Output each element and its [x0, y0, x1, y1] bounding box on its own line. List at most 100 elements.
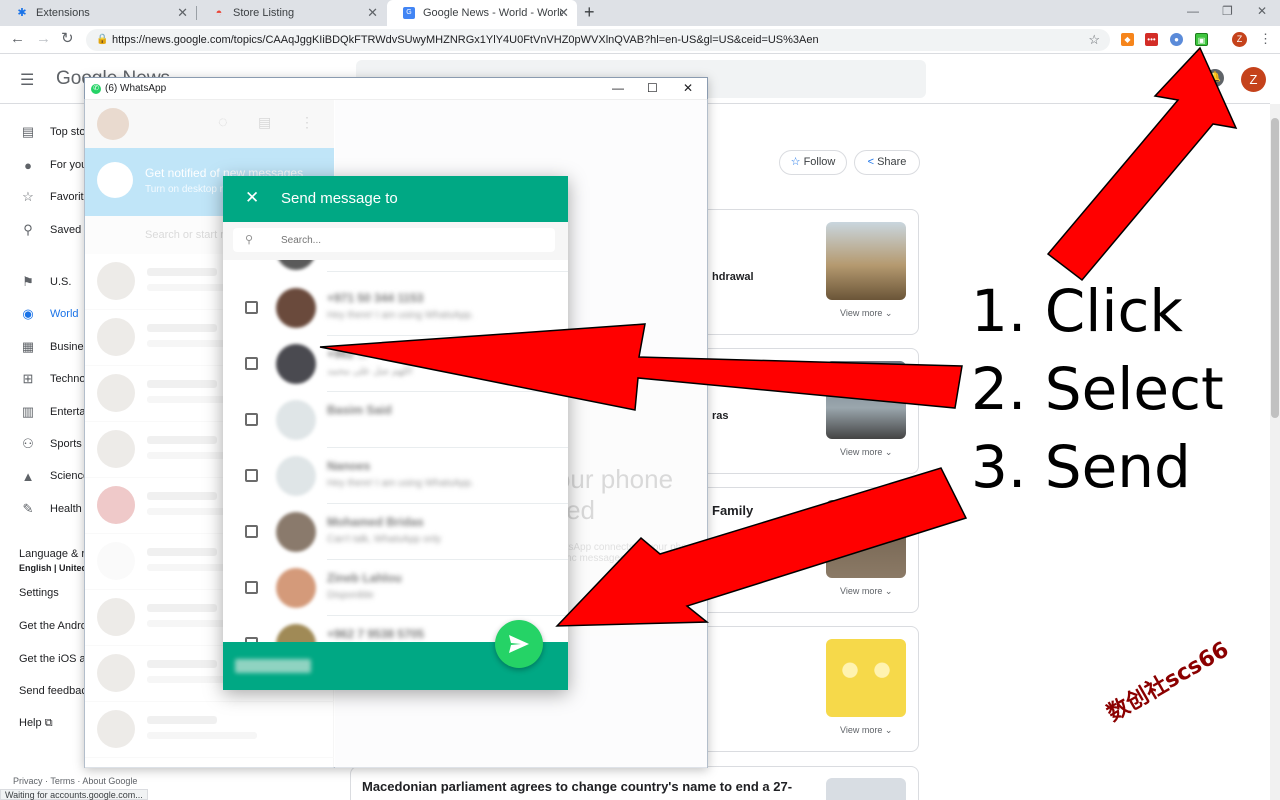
instruction-step-2: 2. Select	[971, 355, 1224, 423]
close-tab-icon[interactable]: ✕	[367, 5, 378, 21]
nav-world[interactable]: ◉ World	[20, 304, 79, 324]
whatsapp-extension-icon[interactable]: ▣	[1195, 33, 1208, 46]
send-button[interactable]	[495, 620, 543, 668]
contact-checkbox[interactable]	[245, 525, 258, 538]
send-message-dialog: ✕ Send message to ⚲ +971 50 344 1153 Hey…	[223, 176, 568, 690]
story-card[interactable]: ras View more ⌄	[706, 348, 919, 474]
contact-search-input[interactable]	[281, 232, 541, 248]
new-tab-button[interactable]: +	[584, 2, 595, 23]
close-icon[interactable]: ✕	[683, 81, 693, 95]
dialog-title: Send message to	[281, 190, 398, 207]
close-icon[interactable]: ✕	[245, 189, 259, 207]
chevron-down-icon: ⌄	[884, 725, 893, 735]
contact-search-box[interactable]: ⚲	[233, 228, 555, 252]
metamask-extension-icon[interactable]: ◆	[1121, 33, 1134, 46]
contact-row[interactable]: Basim Said	[223, 392, 568, 448]
tab-google-news[interactable]: G Google News - World - World U ✕	[387, 0, 577, 26]
contact-row[interactable]: Mohamed Bridas Can't talk, WhatsApp only	[223, 504, 568, 560]
contact-list[interactable]: +971 50 344 1153 Hey there! I am using W…	[223, 260, 568, 642]
bookmark-star-icon[interactable]: ☆	[1088, 29, 1100, 51]
contact-row[interactable]: Zineb Lahlou Disponible	[223, 560, 568, 616]
headline-text[interactable]: Macedonian parliament agrees to change c…	[362, 779, 792, 794]
minimize-icon[interactable]: —	[1187, 4, 1199, 18]
contact-checkbox[interactable]	[245, 301, 258, 314]
tab-store-listing[interactable]: ◓ Store Listing ✕	[197, 0, 386, 26]
story-thumbnail[interactable]	[826, 500, 906, 578]
contact-checkbox[interactable]	[245, 469, 258, 482]
profile-avatar[interactable]: Z	[1232, 32, 1247, 47]
close-tab-icon[interactable]: ✕	[558, 5, 569, 21]
notification-bell-icon[interactable]: 🔔	[1206, 69, 1224, 87]
lastpass-extension-icon[interactable]: •••	[1145, 33, 1158, 46]
story-thumbnail[interactable]	[826, 361, 906, 439]
tab-title: Extensions	[36, 7, 90, 19]
contact-status: Can't talk, WhatsApp only	[327, 534, 442, 545]
share-button[interactable]: < Share	[854, 150, 920, 175]
window-title: (6) WhatsApp	[105, 83, 167, 94]
back-icon[interactable]: ←	[10, 31, 25, 47]
nav-label: Health	[50, 503, 82, 515]
feedback-link[interactable]: Send feedback	[19, 685, 92, 697]
close-tab-icon[interactable]: ✕	[177, 5, 188, 21]
story-thumbnail[interactable]	[826, 639, 906, 717]
share-label: Share	[877, 156, 907, 168]
external-link-icon: ⧉	[44, 717, 53, 729]
footer-links[interactable]: Privacy · Terms · About Google	[13, 776, 137, 786]
contact-checkbox[interactable]	[245, 357, 258, 370]
nav-health[interactable]: ✎ Health	[20, 499, 82, 519]
contact-checkbox[interactable]	[245, 413, 258, 426]
hamburger-menu-icon[interactable]: ☰	[20, 70, 34, 90]
contact-name: +962 ...	[327, 347, 368, 361]
nav-us[interactable]: ⚑ U.S.	[20, 272, 71, 292]
nav-science[interactable]: ▲ Science	[20, 466, 90, 486]
puzzle-icon: ✱	[17, 7, 27, 19]
follow-button[interactable]: ☆ Follow	[779, 150, 847, 175]
contact-checkbox[interactable]	[245, 581, 258, 594]
tab-title: Store Listing	[233, 7, 295, 19]
story-card[interactable]: View more ⌄	[706, 626, 919, 752]
view-more-link[interactable]: View more ⌄	[840, 308, 892, 319]
minimize-icon[interactable]: —	[612, 81, 624, 95]
avatar	[276, 456, 316, 496]
dialog-search-bar: ⚲	[223, 222, 568, 260]
contact-row[interactable]: +971 50 344 1153 Hey there! I am using W…	[223, 280, 568, 336]
view-more-link[interactable]: View more ⌄	[840, 725, 892, 736]
bike-icon: ⚇	[22, 436, 34, 451]
nav-sports[interactable]: ⚇ Sports	[20, 434, 82, 454]
contact-name: Basim Said	[327, 403, 392, 417]
shield-extension-icon[interactable]: ●	[1170, 33, 1183, 46]
contact-status: Hey there! I am using WhatsApp.	[327, 310, 474, 321]
menu-kebab-icon[interactable]: ⋮	[1259, 31, 1272, 47]
contact-row[interactable]: +962 ... اللهم صل على محمد	[223, 336, 568, 392]
url-field[interactable]: 🔒 https://news.google.com/topics/CAAqJgg…	[86, 29, 1110, 51]
story-card[interactable]: hdrawal View more ⌄	[706, 209, 919, 335]
contact-status: Disponible	[327, 590, 374, 601]
nav-for-you[interactable]: ● For you	[20, 155, 87, 175]
story-thumbnail[interactable]	[826, 222, 906, 300]
webstore-icon: ◓	[215, 7, 223, 19]
help-link[interactable]: Help ⧉	[19, 717, 53, 730]
restore-icon[interactable]: ❐	[1222, 4, 1233, 18]
scrollbar-thumb[interactable]	[1271, 118, 1279, 418]
contact-row[interactable]: Nanoes Hey there! I am using WhatsApp.	[223, 448, 568, 504]
close-window-icon[interactable]: ✕	[1257, 4, 1267, 18]
story-card[interactable]: Family View more ⌄	[706, 487, 919, 613]
user-avatar[interactable]: Z	[1241, 67, 1266, 92]
view-more-label: View more	[840, 308, 883, 318]
maximize-icon[interactable]: ☐	[647, 81, 658, 95]
view-more-label: View more	[840, 725, 883, 735]
help-label: Help	[19, 717, 42, 729]
nav-label: World	[50, 308, 79, 320]
chevron-down-icon: ⌄	[884, 447, 893, 457]
view-more-link[interactable]: View more ⌄	[840, 447, 892, 458]
reload-icon[interactable]: ↻	[61, 31, 74, 47]
chevron-down-icon: ⌄	[884, 586, 893, 596]
share-icon: <	[867, 156, 874, 168]
settings-link[interactable]: Settings	[19, 587, 59, 599]
google-news-icon: G	[403, 7, 415, 19]
tab-extensions[interactable]: ✱ Extensions ✕	[0, 0, 196, 26]
story-thumbnail[interactable]	[826, 778, 906, 800]
forward-icon[interactable]: →	[36, 31, 51, 47]
chevron-down-icon: ⌄	[884, 308, 893, 318]
view-more-link[interactable]: View more ⌄	[840, 586, 892, 597]
